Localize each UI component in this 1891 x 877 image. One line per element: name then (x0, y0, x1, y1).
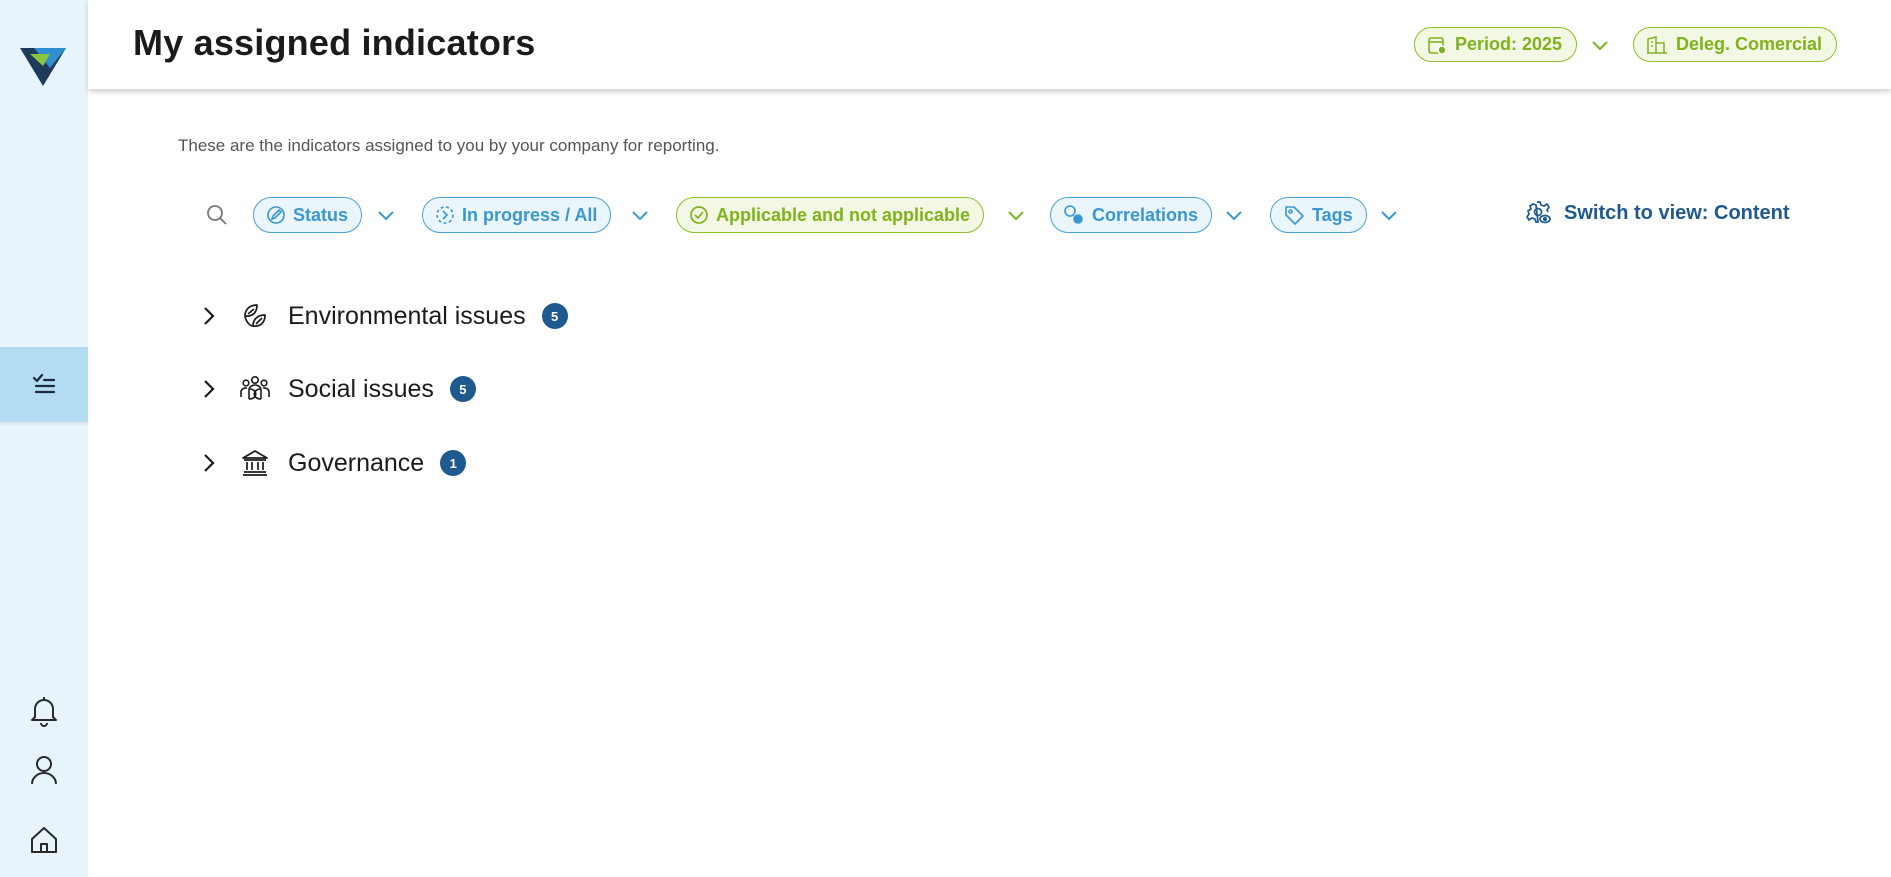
leaves-icon (240, 301, 270, 331)
building-icon (1647, 35, 1667, 54)
edit-icon (267, 206, 285, 224)
app-logo[interactable] (20, 46, 66, 86)
correlations-filter[interactable]: Correlations (1050, 197, 1213, 233)
chevron-right-icon[interactable] (196, 376, 222, 402)
progress-filter[interactable]: In progress / All (422, 197, 612, 233)
search-icon[interactable] (205, 203, 229, 227)
period-chevron-down-icon[interactable] (1589, 34, 1611, 56)
applicability-filter-label: Applicable and not applicable (716, 204, 971, 225)
tags-filter[interactable]: Tags (1270, 197, 1367, 233)
status-chevron-down-icon[interactable] (375, 204, 397, 226)
sidebar-item-indicators[interactable] (0, 347, 88, 422)
count-badge: 5 (449, 376, 476, 402)
applicability-filter[interactable]: Applicable and not applicable (676, 197, 985, 233)
sidebar-item-notifications[interactable] (26, 693, 62, 729)
calendar-icon (1428, 36, 1447, 55)
sidebar-item-home[interactable] (26, 822, 62, 858)
group-row-social[interactable]: Social issues 5 (196, 369, 476, 409)
count-badge: 5 (541, 303, 568, 329)
correlation-icon (1064, 205, 1083, 224)
period-selector[interactable]: Period: 2025 (1414, 27, 1578, 62)
switch-view-button[interactable]: Switch to view: Content (1526, 200, 1790, 226)
bell-icon (31, 697, 57, 727)
progress-filter-label: In progress / All (462, 204, 598, 225)
sidebar (0, 0, 88, 877)
group-row-environmental[interactable]: Environmental issues 5 (196, 296, 568, 336)
period-label: Period: 2025 (1455, 34, 1563, 54)
home-icon (31, 827, 57, 853)
page-title: My assigned indicators (133, 22, 536, 63)
progress-icon (436, 206, 454, 224)
tag-icon (1285, 206, 1304, 225)
status-filter-label: Status (293, 204, 349, 225)
checklist-icon (32, 373, 56, 393)
tags-chevron-down-icon[interactable] (1378, 204, 1400, 226)
chevron-right-icon[interactable] (196, 450, 222, 476)
group-label: Governance (288, 448, 425, 477)
user-icon (31, 756, 57, 785)
page-header: My assigned indicators Period: 2025 Dele… (88, 0, 1891, 89)
switch-view-label: Switch to view: Content (1564, 201, 1790, 224)
institution-icon (240, 448, 270, 478)
correlations-filter-label: Correlations (1092, 204, 1199, 225)
chevron-right-icon[interactable] (196, 303, 222, 329)
group-label: Environmental issues (288, 301, 526, 330)
status-filter[interactable]: Status (253, 197, 363, 233)
entity-label: Deleg. Comercial (1676, 34, 1823, 54)
settings-view-icon (1526, 201, 1551, 224)
check-circle-icon (690, 206, 708, 224)
progress-chevron-down-icon[interactable] (629, 204, 651, 226)
sidebar-item-profile[interactable] (26, 752, 62, 788)
correlations-chevron-down-icon[interactable] (1223, 204, 1245, 226)
applicability-chevron-down-icon[interactable] (1005, 204, 1027, 226)
tags-filter-label: Tags (1312, 204, 1353, 225)
group-label: Social issues (288, 374, 434, 403)
entity-selector[interactable]: Deleg. Comercial (1633, 27, 1838, 62)
group-row-governance[interactable]: Governance 1 (196, 443, 467, 483)
people-group-icon (240, 374, 270, 404)
page-subtitle: These are the indicators assigned to you… (178, 136, 720, 155)
count-badge: 1 (440, 450, 467, 476)
